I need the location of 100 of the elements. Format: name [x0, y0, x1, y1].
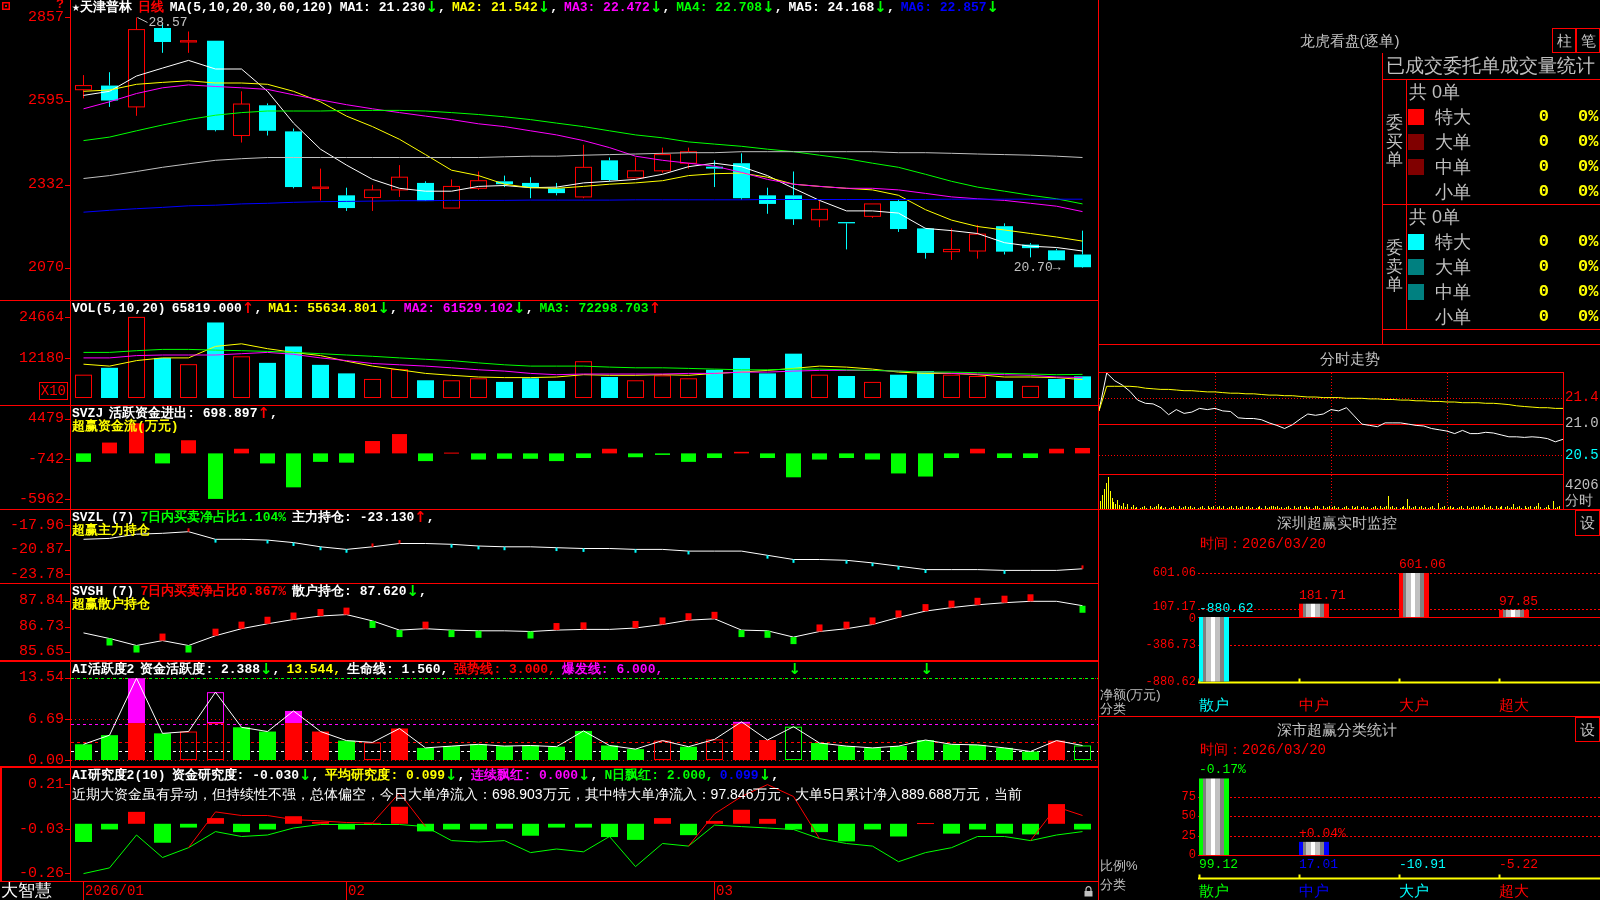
settings-button[interactable]: 设: [1575, 717, 1600, 742]
legend-text: ,: [272, 663, 281, 676]
view-button[interactable]: 柱: [1552, 28, 1576, 53]
flow-bar: [155, 453, 170, 464]
row-label: 大单: [1435, 255, 1472, 278]
flow-bar: [891, 453, 906, 474]
research-bar: [285, 816, 302, 824]
side-label: 委买单: [1386, 113, 1403, 171]
flow-bar: [628, 453, 643, 458]
change-block: [843, 621, 850, 629]
legend-text: ,: [438, 1, 446, 14]
axis-label: 0: [1188, 849, 1196, 861]
axis-label: 0: [1188, 613, 1196, 626]
axis-label: 107.17: [1152, 601, 1196, 614]
flow-bar: [181, 440, 196, 454]
change-tick: [1003, 570, 1006, 574]
change-block: [133, 645, 140, 653]
research-bar: [575, 823, 592, 828]
activity-bar: [207, 692, 224, 724]
legend-text: ,: [662, 1, 671, 14]
change-tick: [845, 560, 848, 564]
flow-bar: [1049, 448, 1064, 454]
count-value: 0: [1537, 181, 1549, 202]
value-label: -10.91: [1399, 858, 1446, 872]
flow-bar: [734, 451, 749, 454]
signal-arrow: ↓: [788, 663, 802, 676]
change-block: [212, 628, 219, 636]
change-block: [790, 637, 797, 645]
change-block: [659, 617, 666, 625]
trend-arrow: ↑: [257, 407, 270, 420]
category-label: 大户: [1399, 883, 1429, 899]
trend-arrow: ↓: [260, 663, 273, 676]
legend-text: 13.544,: [286, 663, 341, 676]
change-block: [632, 620, 639, 628]
research-bar: [128, 811, 145, 824]
change-tick: [398, 540, 401, 544]
legend-text: ,: [771, 769, 780, 782]
lock-icon: [1084, 885, 1093, 897]
candle: [1074, 230, 1091, 269]
change-block: [1079, 605, 1086, 613]
percent-value: 0%: [1578, 231, 1599, 252]
count-value: 0: [1537, 281, 1549, 302]
flow-bar: [286, 453, 301, 488]
trend-arrow: ↓: [986, 1, 1000, 14]
change-tick: [1081, 565, 1084, 569]
research-bar: [522, 823, 539, 836]
legend-text: ,: [419, 585, 427, 598]
flow-bar: [681, 453, 696, 462]
axis-label: -5962: [19, 492, 64, 506]
flow-bar: [944, 453, 959, 458]
axis-label: 50: [1181, 810, 1196, 823]
chart-bar: [1199, 617, 1229, 682]
axis-label: 21.0: [1565, 416, 1599, 431]
axis-label: -17.96: [10, 518, 64, 532]
value-label: -5.22: [1499, 858, 1538, 872]
settings-button[interactable]: 设: [1575, 510, 1600, 536]
axis-label: 75: [1181, 791, 1196, 804]
legend-text: MA2: 21.542: [451, 1, 538, 14]
flow-bar: [523, 453, 538, 459]
row-label: 特大: [1435, 105, 1472, 128]
change-tick: [187, 528, 190, 532]
axis-label: 6.69: [28, 712, 64, 726]
change-tick: [345, 549, 348, 553]
activity-bar: [128, 678, 145, 724]
change-block: [448, 630, 455, 638]
view-button[interactable]: 笔: [1576, 28, 1600, 53]
axis-label: 2070: [28, 261, 64, 275]
change-block: [1001, 595, 1008, 603]
legend-text: ,: [426, 511, 435, 524]
square-icon: [2, 2, 10, 10]
legend-text: VOL(5,10,20): [72, 302, 166, 315]
count-value: 0: [1537, 106, 1549, 127]
flow-bar: [208, 453, 223, 499]
legend-text: ,: [270, 407, 278, 420]
flow-bar: [76, 453, 91, 462]
flow-bar: [418, 453, 433, 462]
value-label: -880.62: [1199, 602, 1254, 616]
axis-label: -23.78: [10, 568, 64, 581]
flow-bar: [365, 441, 380, 454]
change-tick: [687, 551, 690, 555]
legend-text: 活跃资金进出: 698.897: [109, 407, 258, 420]
research-bar: [1074, 823, 1091, 830]
research-bar: [890, 823, 907, 837]
research-bar: [601, 823, 618, 838]
flow-bar: [602, 448, 617, 454]
legend-text: ,: [254, 302, 263, 315]
date-label: 02: [348, 882, 365, 900]
panel-title: 深市超赢分类统计: [1277, 720, 1397, 739]
candle: [75, 74, 92, 99]
change-block: [475, 630, 482, 638]
change-block: [553, 623, 560, 631]
trend-arrow: ↓: [649, 1, 663, 14]
research-bar: [706, 820, 723, 824]
legend-text: N日飘红: 2.000,: [604, 769, 714, 782]
research-bar: [996, 823, 1013, 834]
percent-value: 0%: [1578, 181, 1599, 202]
legend-text: 爆发线: 6.000,: [561, 663, 664, 676]
axis-label: -742: [28, 452, 64, 466]
change-block: [1027, 594, 1034, 602]
axis-label: 24664: [19, 310, 64, 324]
